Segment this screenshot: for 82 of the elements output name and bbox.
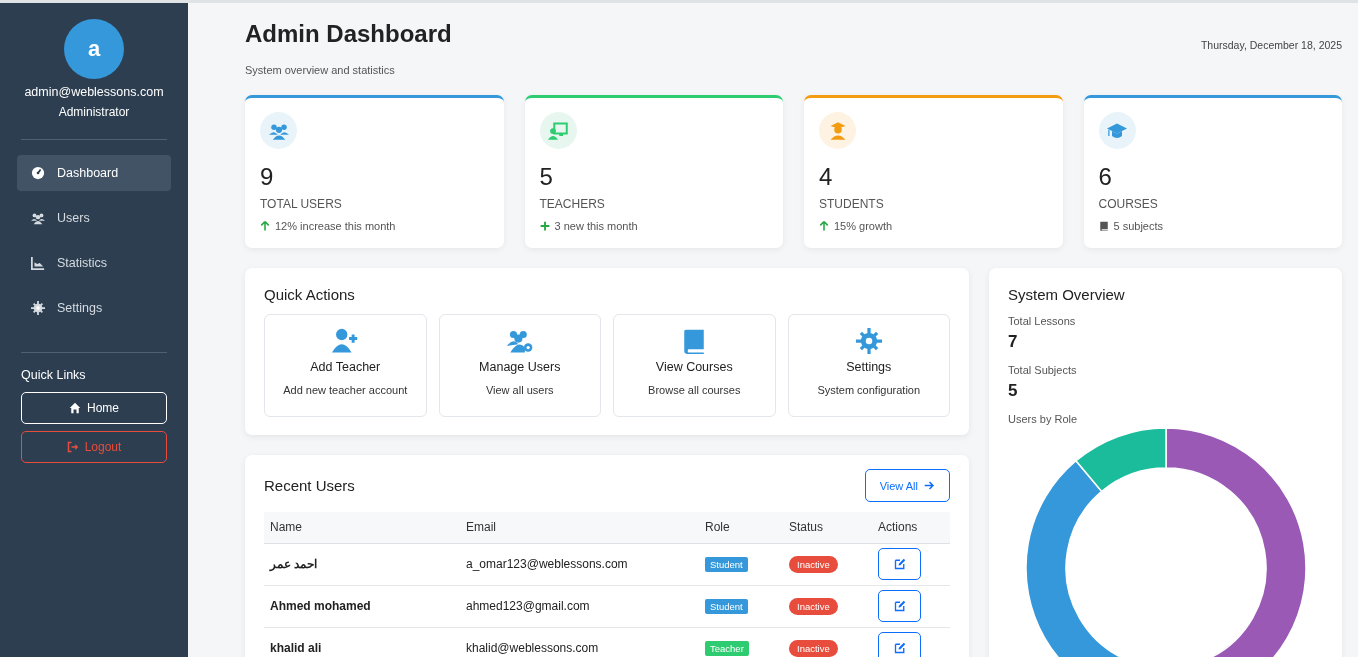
column-header: Role bbox=[699, 512, 783, 543]
stat-note: 5 subjects bbox=[1113, 220, 1164, 232]
stat-label: Total Subjects bbox=[1008, 364, 1078, 376]
arrow-right-icon bbox=[924, 480, 935, 491]
column-header: Name bbox=[264, 512, 460, 543]
arrow-up-icon bbox=[260, 221, 270, 231]
action-title: Manage Users bbox=[479, 360, 561, 374]
plus-icon bbox=[539, 221, 550, 231]
edit-icon bbox=[893, 600, 906, 612]
home-icon bbox=[69, 402, 81, 414]
stat-value: 4 bbox=[819, 163, 834, 191]
role-badge: Student bbox=[705, 598, 748, 614]
nav-item[interactable]: Users bbox=[17, 200, 171, 236]
column-header: Status bbox=[783, 512, 872, 543]
user-role: Administrator bbox=[57, 105, 131, 119]
stat-label: STUDENTS bbox=[819, 197, 885, 211]
stat-value: 5 bbox=[539, 163, 554, 191]
stat-value: 6 bbox=[1098, 163, 1113, 191]
card-title: System Overview bbox=[1008, 286, 1126, 303]
stat-value: 5 bbox=[1008, 381, 1019, 401]
quick-action[interactable]: View Courses Browse all courses bbox=[613, 314, 776, 417]
nav-item[interactable]: Settings bbox=[17, 290, 171, 326]
edit-button[interactable] bbox=[878, 590, 921, 622]
stat-note: 15% growth bbox=[834, 220, 893, 232]
card-title: Quick Actions bbox=[264, 286, 356, 303]
status-badge: Inactive bbox=[789, 555, 838, 573]
stat-label: COURSES bbox=[1098, 197, 1159, 211]
role-badge: Student bbox=[705, 556, 748, 572]
view-all-button[interactable]: View All bbox=[864, 469, 950, 502]
avatar: a bbox=[64, 19, 124, 79]
status-badge: Inactive bbox=[789, 597, 838, 615]
edit-button[interactable] bbox=[878, 548, 921, 580]
table-cell: khalid ali bbox=[264, 627, 460, 657]
stat-label: TEACHERS bbox=[539, 197, 606, 211]
column-header: Email bbox=[460, 512, 699, 543]
action-title: Add Teacher bbox=[310, 360, 381, 374]
role-badge: Teacher bbox=[705, 640, 749, 656]
page-title: Admin Dashboard bbox=[245, 20, 452, 48]
nav-item[interactable]: Statistics bbox=[17, 245, 171, 281]
action-description: Browse all courses bbox=[648, 384, 741, 396]
page-subtitle: System overview and statistics bbox=[245, 64, 396, 76]
table-cell: احمد عمر bbox=[264, 543, 460, 585]
edit-icon bbox=[893, 558, 906, 570]
stat-label: Total Lessons bbox=[1008, 315, 1077, 327]
stat-note: 3 new this month bbox=[554, 220, 638, 232]
stat-label: TOTAL USERS bbox=[260, 197, 343, 211]
teacher-board-icon bbox=[548, 120, 568, 141]
settings-icon bbox=[31, 301, 45, 315]
home-button[interactable]: Home bbox=[21, 392, 167, 424]
stat-value: 9 bbox=[260, 163, 275, 191]
chart-title: Users by Role bbox=[1008, 413, 1079, 425]
action-title: Settings bbox=[846, 360, 892, 374]
table-cell: Ahmed mohamed bbox=[264, 585, 460, 627]
edit-icon bbox=[893, 642, 906, 654]
section-title: Quick Links bbox=[21, 368, 87, 382]
stat-note: 12% increase this month bbox=[275, 220, 396, 232]
users-icon bbox=[31, 211, 45, 225]
card-title: Recent Users bbox=[264, 477, 355, 494]
action-description: Add new teacher account bbox=[283, 384, 408, 396]
table-cell: khalid@weblessons.com bbox=[460, 627, 699, 657]
chart-icon bbox=[31, 256, 45, 270]
gauge-icon bbox=[31, 166, 45, 180]
action-description: View all users bbox=[485, 384, 554, 396]
action-title: View Courses bbox=[655, 360, 733, 374]
table-cell: a_omar123@weblessons.com bbox=[460, 543, 699, 585]
table-cell: ahmed123@gmail.com bbox=[460, 585, 699, 627]
users-gear-icon bbox=[504, 328, 535, 354]
quick-action[interactable]: Manage Users View all users bbox=[438, 314, 601, 417]
book-icon bbox=[1098, 221, 1109, 231]
status-badge: Inactive bbox=[789, 639, 838, 657]
settings-icon bbox=[853, 328, 884, 354]
nav-item[interactable]: Dashboard bbox=[17, 155, 171, 191]
date-text: Thursday, December 18, 2025 bbox=[1200, 39, 1342, 51]
quick-action[interactable]: Settings System configuration bbox=[787, 314, 950, 417]
column-header: Actions bbox=[872, 512, 950, 543]
stat-value: 7 bbox=[1008, 332, 1019, 352]
quick-action[interactable]: Add Teacher Add new teacher account bbox=[264, 314, 427, 417]
arrow-up-icon bbox=[819, 221, 829, 231]
edit-button[interactable] bbox=[878, 632, 921, 657]
logout-icon bbox=[66, 441, 79, 453]
action-description: System configuration bbox=[817, 384, 921, 396]
user-email: admin@weblessons.com bbox=[23, 85, 165, 99]
